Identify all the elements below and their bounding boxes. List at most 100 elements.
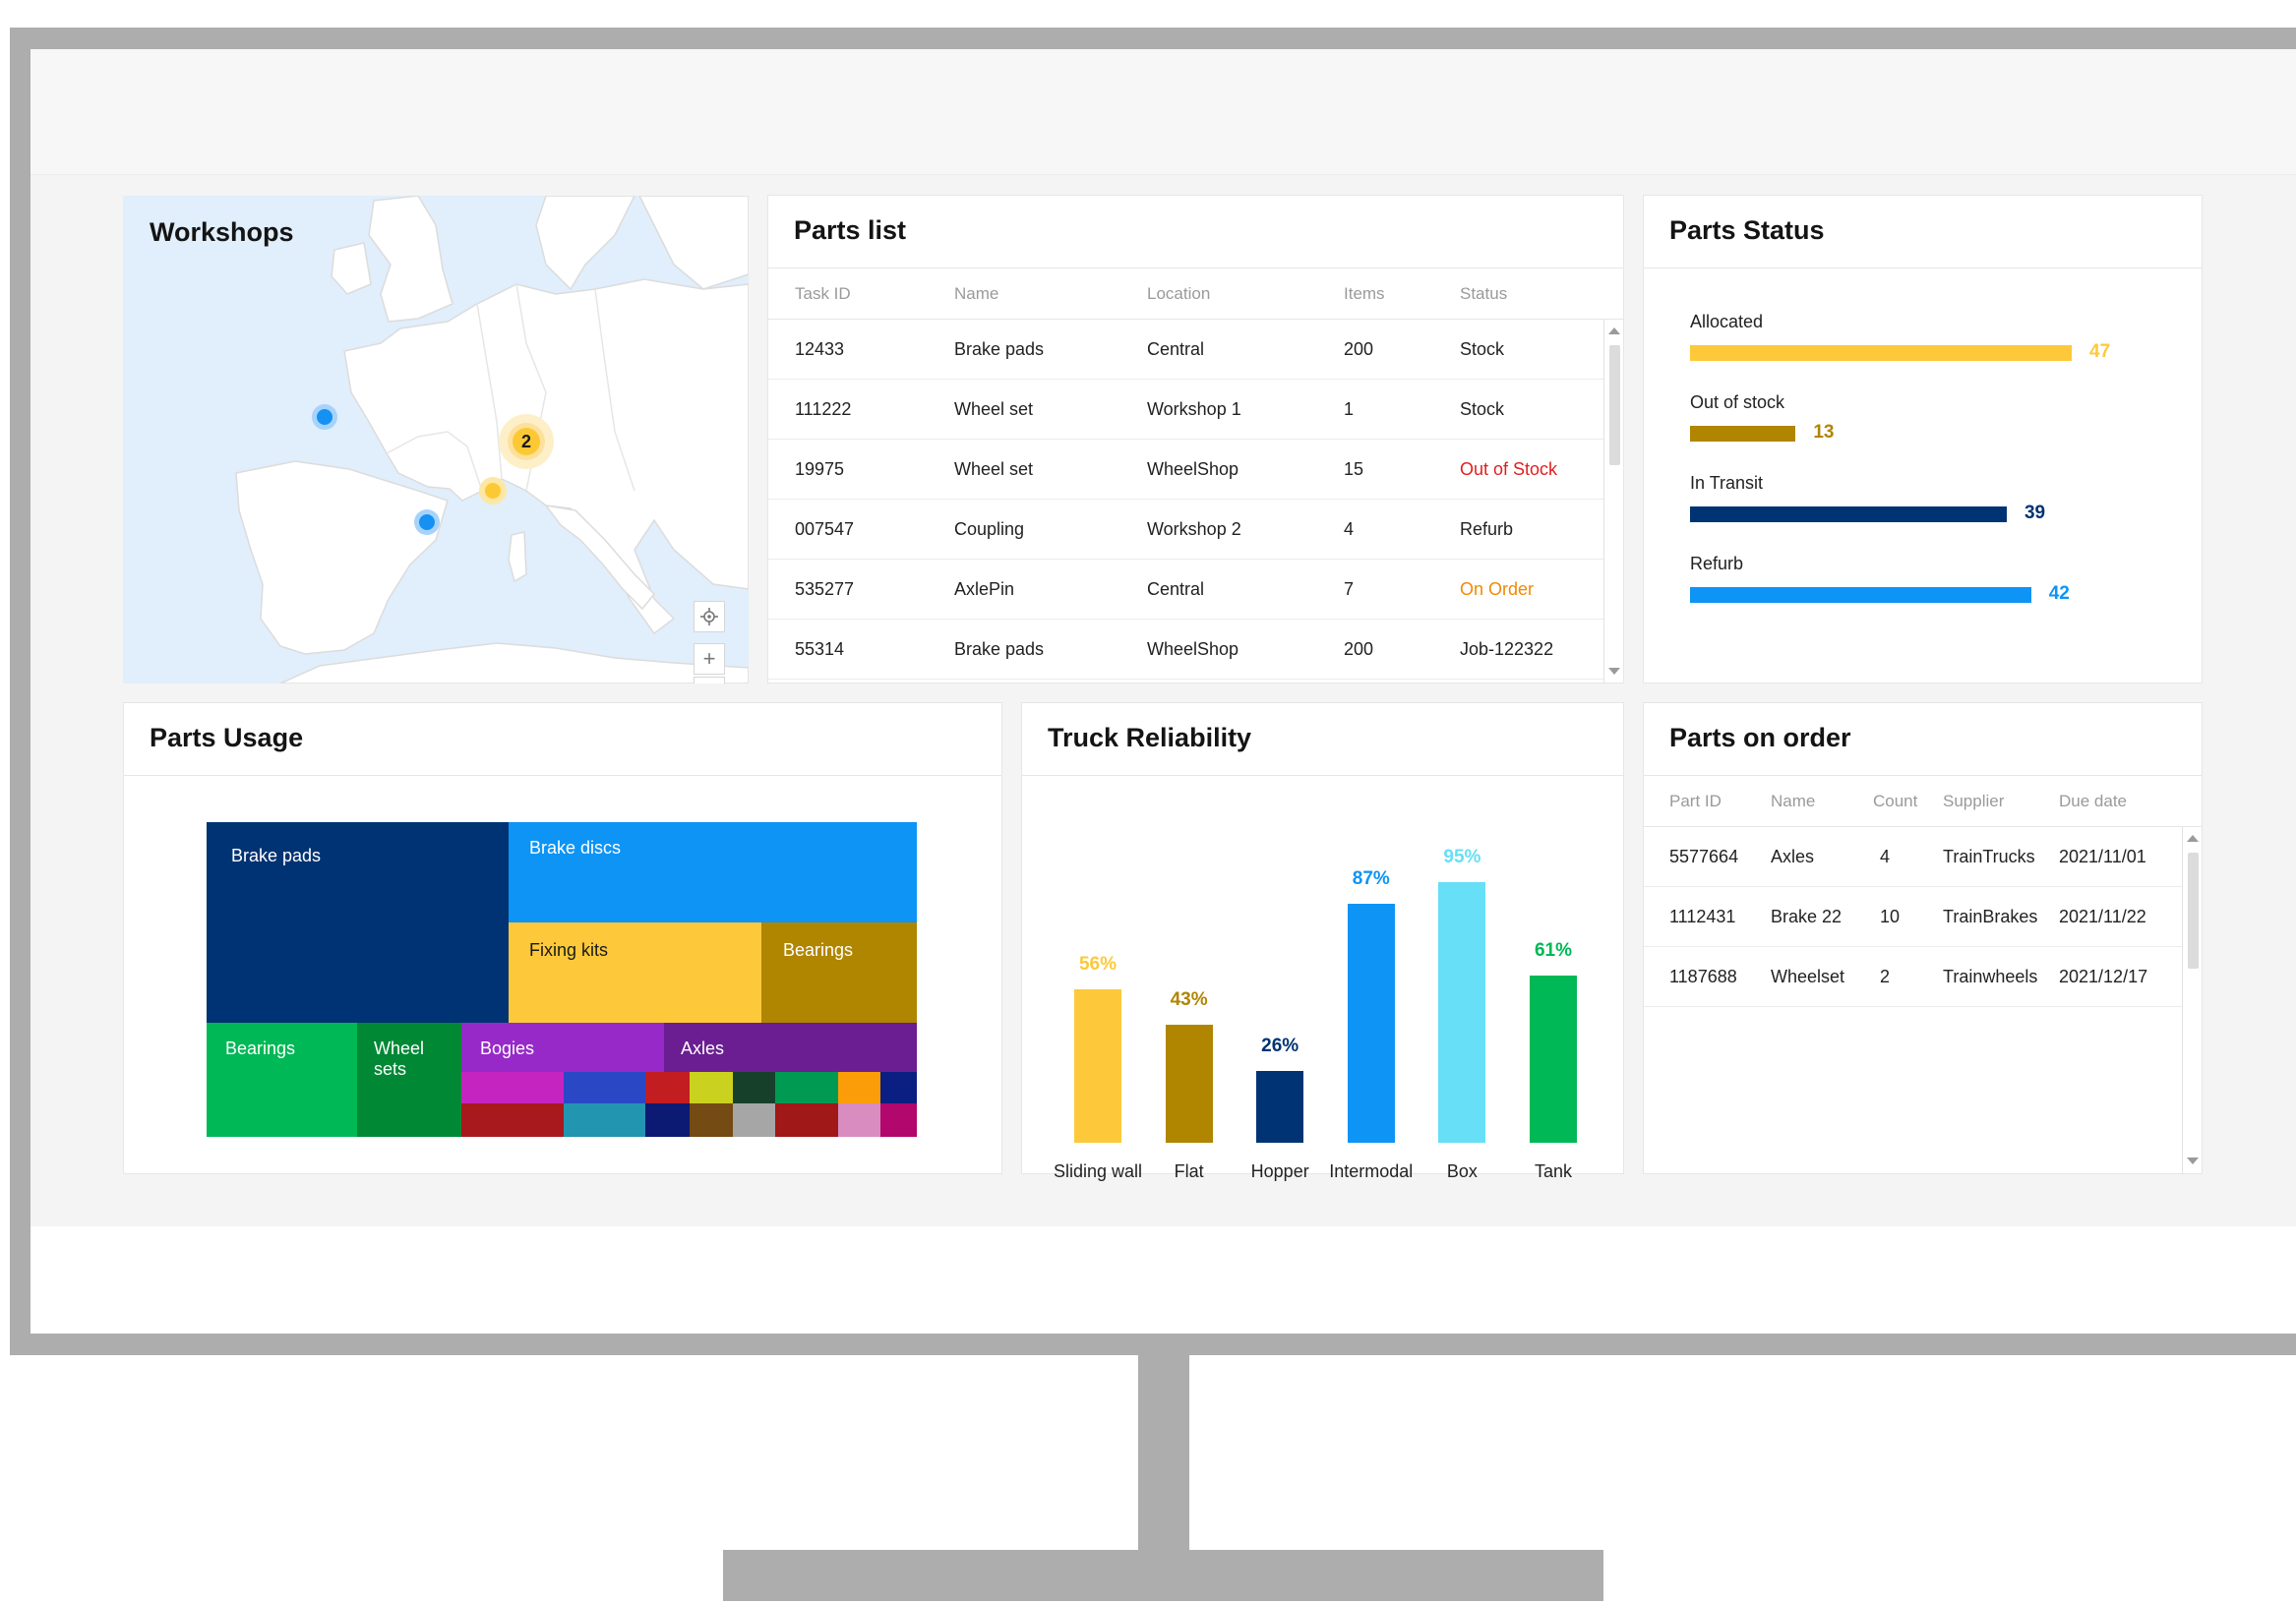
parts-on-order-header-row: Part ID Name Count Supplier Due date xyxy=(1644,776,2202,827)
col-name[interactable]: Name xyxy=(954,284,998,304)
col-task-id[interactable]: Task ID xyxy=(795,284,851,304)
workshop-marker-blue-2[interactable] xyxy=(414,509,440,535)
col-count[interactable]: Count xyxy=(1873,792,1917,811)
treemap-bearings-small[interactable]: Bearings xyxy=(761,922,917,1023)
table-row[interactable]: 535277 AxlePin Central 7 On Order xyxy=(768,560,1623,620)
status-label: In Transit xyxy=(1690,473,1764,493)
treemap-tile[interactable] xyxy=(461,1072,564,1103)
table-cell-status: Stock xyxy=(1460,339,1505,359)
treemap-tile[interactable] xyxy=(838,1103,880,1137)
col-status[interactable]: Status xyxy=(1460,284,1507,304)
bar[interactable] xyxy=(1074,988,1121,1143)
treemap-tile[interactable] xyxy=(645,1103,690,1137)
table-cell-items: 15 xyxy=(1344,459,1364,479)
status-bar[interactable] xyxy=(1690,587,2031,603)
status-label: Refurb xyxy=(1690,554,1744,573)
treemap-tile[interactable] xyxy=(645,1072,690,1103)
scroll-thumb[interactable] xyxy=(1609,345,1620,465)
locate-button[interactable] xyxy=(694,601,725,632)
status-value: 13 xyxy=(1813,422,1835,443)
table-cell-supplier: Trainwheels xyxy=(1943,967,2038,986)
status-bar[interactable] xyxy=(1690,426,1796,442)
scroll-down-arrow[interactable] xyxy=(1608,668,1620,675)
zoom-out-button[interactable]: − xyxy=(694,677,725,683)
table-row[interactable]: 1112431 Brake 22 10 TrainBrakes 2021/11/22 xyxy=(1644,887,2202,947)
table-row[interactable]: 1187688 Wheelset 2 Trainwheels 2021/12/17 xyxy=(1644,947,2202,1007)
parts-status-title: Parts Status xyxy=(1669,215,1825,245)
table-cell-items: 200 xyxy=(1344,639,1374,659)
workshops-map-card[interactable]: Workshops 2 + − xyxy=(123,196,749,683)
table-cell-name: Wheel set xyxy=(954,399,1034,419)
bar-value-label: 56% xyxy=(1078,953,1118,975)
table-row[interactable]: 19975 Wheel set WheelShop 15 Out of Stock xyxy=(768,440,1623,500)
table-row[interactable]: 12433 Brake pads Central 200 Stock xyxy=(768,320,1623,380)
workshop-marker-blue-1[interactable] xyxy=(312,404,337,430)
col-location[interactable]: Location xyxy=(1147,284,1210,304)
table-row[interactable]: 55314 Brake pads WheelShop 200 Job-122322 xyxy=(768,620,1623,680)
table-cell-part-id: 5577664 xyxy=(1669,847,1739,866)
status-value: 47 xyxy=(2089,341,2111,362)
cluster-count[interactable]: 2 xyxy=(512,427,541,456)
treemap-tile[interactable] xyxy=(690,1072,733,1103)
bar[interactable] xyxy=(1165,1025,1213,1143)
treemap-wheel-sets[interactable]: Wheel sets xyxy=(357,1023,461,1137)
status-bar[interactable] xyxy=(1690,506,2007,522)
zoom-in-button[interactable]: + xyxy=(694,643,725,675)
bar[interactable] xyxy=(1347,904,1395,1143)
parts-list-scrollbar[interactable] xyxy=(1603,320,1623,683)
treemap-tile[interactable] xyxy=(733,1072,775,1103)
europe-map[interactable] xyxy=(123,196,749,683)
parts-usage-treemap: Brake pads Brake discs Fixing kits Beari… xyxy=(207,822,917,1137)
table-cell-items: 200 xyxy=(1344,339,1374,359)
treemap-fixing-kits[interactable]: Fixing kits xyxy=(509,922,761,1023)
status-bar[interactable] xyxy=(1690,345,2072,361)
bar-value-label: 61% xyxy=(1534,939,1573,961)
status-value: 39 xyxy=(2024,503,2046,523)
table-cell-items: 7 xyxy=(1344,579,1355,599)
treemap-axles[interactable]: Axles xyxy=(664,1023,917,1072)
table-cell-status: On Order xyxy=(1460,579,1535,599)
table-cell-location: Central xyxy=(1147,339,1205,359)
bar[interactable] xyxy=(1256,1071,1304,1143)
workshop-marker-yellow[interactable] xyxy=(479,477,507,505)
parts-on-order-card: Parts on order Part ID Name Count Suppli… xyxy=(1643,702,2203,1174)
table-row[interactable]: 5577664 Axles 4 TrainTrucks 2021/11/01 xyxy=(1644,827,2202,887)
table-cell-name: Axles xyxy=(1771,847,1815,866)
treemap-tile[interactable] xyxy=(461,1103,564,1137)
treemap-tile[interactable] xyxy=(838,1072,880,1103)
treemap-brake-discs[interactable]: Brake discs xyxy=(509,822,917,922)
scroll-down-arrow[interactable] xyxy=(2187,1158,2199,1164)
table-cell-location: Central xyxy=(1147,579,1205,599)
treemap-tile[interactable] xyxy=(733,1103,775,1137)
table-row[interactable]: 007547 Coupling Workshop 2 4 Refurb xyxy=(768,500,1623,560)
col-order-name[interactable]: Name xyxy=(1771,792,1815,811)
treemap-tile[interactable] xyxy=(880,1072,917,1103)
table-cell-due: 2021/11/01 xyxy=(2059,847,2146,866)
treemap-label-brake-discs: Brake discs xyxy=(529,838,622,858)
col-items[interactable]: Items xyxy=(1344,284,1385,304)
bar[interactable] xyxy=(1438,882,1486,1143)
table-cell-name: Wheelset xyxy=(1771,967,1845,986)
treemap-tile[interactable] xyxy=(775,1103,838,1137)
treemap-tile[interactable] xyxy=(564,1072,645,1103)
table-cell-supplier: TrainTrucks xyxy=(1943,847,2035,866)
workshops-title: Workshops xyxy=(150,217,294,247)
treemap-tile[interactable] xyxy=(775,1072,838,1103)
parts-on-order-scrollbar[interactable] xyxy=(2182,827,2202,1173)
table-row[interactable]: 111222 Wheel set Workshop 1 1 Stock xyxy=(768,380,1623,440)
treemap-tile[interactable] xyxy=(690,1103,733,1137)
treemap-bearings[interactable]: Bearings xyxy=(207,1023,357,1137)
truck-reliability-card: Truck Reliability 56% Sliding wall 43% Flat… xyxy=(1021,702,1624,1181)
col-supplier[interactable]: Supplier xyxy=(1943,792,2004,811)
col-due-date[interactable]: Due date xyxy=(2059,792,2127,811)
bar[interactable] xyxy=(1530,975,1577,1143)
scroll-thumb[interactable] xyxy=(2188,853,2199,969)
col-part-id[interactable]: Part ID xyxy=(1669,792,1722,811)
table-cell-count: 4 xyxy=(1880,847,1891,866)
treemap-tile[interactable] xyxy=(564,1103,645,1137)
treemap-bogies[interactable]: Bogies xyxy=(461,1023,664,1072)
scroll-up-arrow[interactable] xyxy=(1608,327,1620,334)
treemap-brake-pads[interactable]: Brake pads xyxy=(207,822,509,1023)
treemap-tile[interactable] xyxy=(880,1103,917,1137)
scroll-up-arrow[interactable] xyxy=(2187,835,2199,842)
